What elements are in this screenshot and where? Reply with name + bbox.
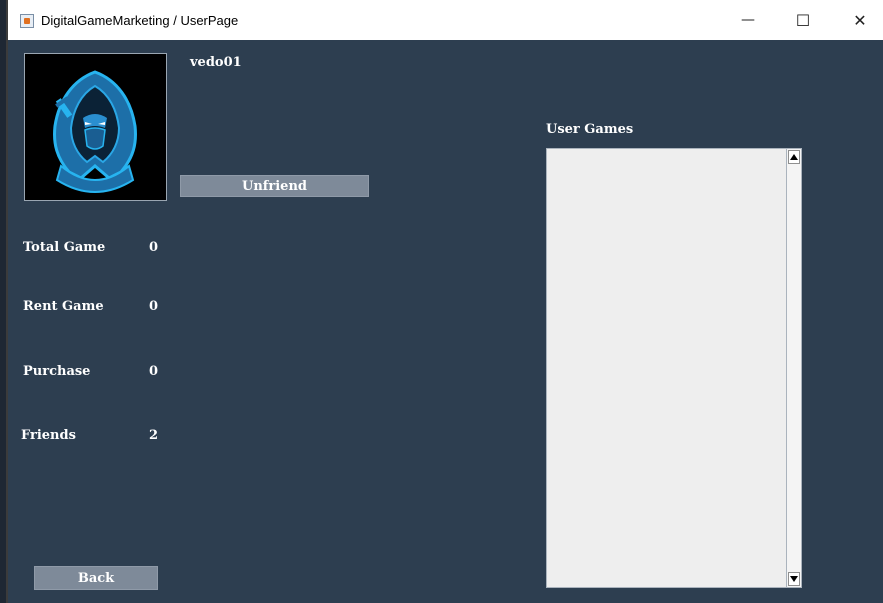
title-bar: DigitalGameMarketing / UserPage — ☐ ✕ (8, 0, 883, 40)
scroll-up-arrow-icon[interactable] (788, 150, 800, 164)
stat-label-friends: Friends (21, 428, 76, 443)
stat-value-purchase: 0 (149, 364, 159, 379)
username-label: vedo01 (190, 55, 242, 70)
close-button[interactable]: ✕ (837, 0, 883, 40)
user-page-panel: vedo01 Unfriend Total Game 0 Rent Game 0… (8, 40, 883, 603)
user-games-list[interactable] (546, 148, 787, 588)
stat-value-rent-game: 0 (149, 299, 159, 314)
hooded-assassin-icon (25, 54, 166, 200)
window-title: DigitalGameMarketing / UserPage (41, 13, 239, 28)
user-games-label: User Games (546, 122, 634, 137)
unfriend-button[interactable]: Unfriend (180, 175, 369, 197)
stat-value-friends: 2 (149, 428, 159, 443)
stat-label-total-game: Total Game (23, 240, 106, 255)
games-list-scrollbar[interactable] (786, 148, 802, 588)
minimize-button[interactable]: — (725, 0, 771, 40)
back-button[interactable]: Back (34, 566, 158, 590)
stat-label-purchase: Purchase (23, 364, 91, 379)
java-app-icon (20, 14, 34, 28)
scroll-down-arrow-icon[interactable] (788, 572, 800, 586)
window-left-edge (0, 0, 8, 603)
user-avatar (24, 53, 167, 201)
stat-value-total-game: 0 (149, 240, 159, 255)
maximize-button[interactable]: ☐ (780, 0, 826, 40)
stat-label-rent-game: Rent Game (23, 299, 104, 314)
